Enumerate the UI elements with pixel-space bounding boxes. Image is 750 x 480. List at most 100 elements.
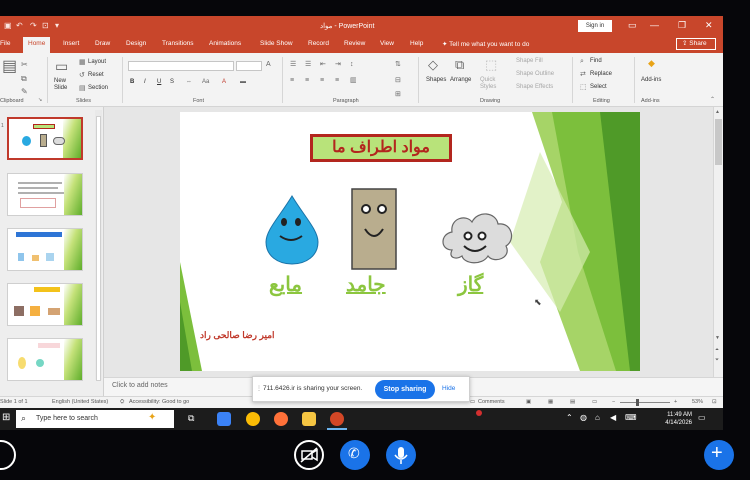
word-liquid[interactable]: مایع xyxy=(269,272,302,297)
undo-icon[interactable]: ↶ xyxy=(16,21,23,30)
add-button[interactable]: + xyxy=(704,440,734,470)
shapes-button[interactable]: Shapes xyxy=(426,77,446,83)
tab-animations[interactable]: Animations xyxy=(209,40,241,47)
slide-canvas[interactable]: مواد اطراف ما مایع جامد گاز امیر رضا صال… xyxy=(180,112,640,371)
tray-app-icon[interactable]: ◍ xyxy=(580,413,587,422)
hang-up-button[interactable]: ✆ xyxy=(340,440,370,470)
comments-button[interactable]: Comments xyxy=(478,399,505,405)
save-icon[interactable]: ▣ xyxy=(4,21,12,30)
word-gas[interactable]: گاز xyxy=(458,272,483,297)
scroll-up-icon[interactable]: ▲ xyxy=(715,109,720,115)
slide-thumbnail-4[interactable] xyxy=(7,283,83,326)
replace-button[interactable]: Replace xyxy=(590,71,612,77)
sign-in-button[interactable]: Sign in xyxy=(578,20,612,32)
tab-record[interactable]: Record xyxy=(308,40,329,47)
firefox-icon[interactable] xyxy=(274,412,288,426)
add-ins-button[interactable]: Add-ins xyxy=(641,77,661,83)
start-icon[interactable]: ⊞ xyxy=(2,412,10,423)
accessibility-status[interactable]: Accessibility: Good to go xyxy=(129,399,189,405)
tab-view[interactable]: View xyxy=(380,40,394,47)
normal-view-icon[interactable]: ▣ xyxy=(526,399,531,405)
fit-slide-icon[interactable]: ⊡ xyxy=(712,399,717,405)
copilot-icon[interactable] xyxy=(217,412,231,426)
font-color-icon[interactable]: A xyxy=(222,79,226,85)
quick-styles-button[interactable]: Quick Styles xyxy=(480,77,502,91)
word-solid[interactable]: جامد xyxy=(346,272,386,297)
shapes-icon[interactable]: ◇ xyxy=(428,58,438,71)
language-status[interactable]: English (United States) xyxy=(52,399,108,405)
shape-effects-button[interactable]: Shape Effects xyxy=(516,84,553,90)
notifications-icon[interactable]: ▭ xyxy=(698,413,706,422)
water-drop-shape[interactable] xyxy=(264,194,320,266)
font-size-field[interactable] xyxy=(236,61,262,71)
network-icon[interactable]: ⌂ xyxy=(595,413,600,422)
tab-draw[interactable]: Draw xyxy=(95,40,110,47)
next-slide-icon[interactable]: ⏷ xyxy=(715,357,719,363)
align-center-icon[interactable]: ≡ xyxy=(305,77,309,84)
paste-icon[interactable]: ▤ xyxy=(2,59,17,75)
taskbar-search[interactable]: ⌕ Type here to search ✦ xyxy=(16,410,174,428)
tab-design[interactable]: Design xyxy=(126,40,146,47)
gas-cloud-shape[interactable] xyxy=(438,206,516,268)
slide-scrollbar[interactable]: ▲ ▼ ⏶ ⏷ xyxy=(713,107,723,377)
zoom-level[interactable]: 53% xyxy=(692,399,703,405)
select-button[interactable]: Select xyxy=(590,84,607,90)
arrange-icon[interactable]: ⧉ xyxy=(455,58,464,71)
decrease-indent-icon[interactable]: ⇤ xyxy=(320,61,326,68)
scroll-down-icon[interactable]: ▼ xyxy=(715,335,720,341)
volume-icon[interactable]: ◀ xyxy=(610,413,616,422)
bold-button[interactable]: B xyxy=(130,79,134,85)
add-ins-icon[interactable]: ◆ xyxy=(648,59,655,68)
cut-icon[interactable]: ✂ xyxy=(21,61,28,69)
tell-me-search[interactable]: ✦ Tell me what you want to do xyxy=(442,40,529,48)
layout-button[interactable]: Layout xyxy=(88,59,106,65)
tab-help[interactable]: Help xyxy=(410,40,423,47)
qat-more-icon[interactable]: ▾ xyxy=(55,21,59,30)
slide-title[interactable]: مواد اطراف ما xyxy=(310,134,452,162)
scroll-thumb[interactable] xyxy=(715,119,722,165)
columns-icon[interactable]: ▥ xyxy=(350,77,357,84)
strike-button[interactable]: S xyxy=(170,79,174,85)
line-spacing-icon[interactable]: ↕ xyxy=(350,61,354,68)
numbering-icon[interactable]: ☰ xyxy=(305,61,311,68)
microphone-button[interactable] xyxy=(386,440,416,470)
author-name[interactable]: امیر رضا صالحی راد xyxy=(200,330,275,341)
increase-font-icon[interactable]: A xyxy=(266,61,271,68)
redo-icon[interactable]: ↷ xyxy=(30,21,37,30)
tab-file[interactable]: File xyxy=(0,40,10,47)
slideshow-icon[interactable]: ▭ xyxy=(592,399,597,405)
font-name-field[interactable] xyxy=(128,61,234,71)
clipboard-launcher-icon[interactable]: ↘ xyxy=(38,98,42,103)
tab-home[interactable]: Home xyxy=(23,37,51,53)
ribbon-options-icon[interactable]: ▭ xyxy=(628,20,637,31)
new-slide-icon[interactable]: ▭ xyxy=(55,59,68,73)
taskbar-clock[interactable]: 11:49 AM 4/14/2026 xyxy=(654,411,692,427)
zoom-slider-thumb[interactable] xyxy=(636,399,639,406)
section-button[interactable]: Section xyxy=(88,85,108,91)
tab-insert[interactable]: Insert xyxy=(63,40,79,47)
format-painter-icon[interactable]: ✎ xyxy=(21,88,28,96)
slide-thumbnail-2[interactable] xyxy=(7,173,83,216)
increase-indent-icon[interactable]: ⇥ xyxy=(335,61,341,68)
align-left-icon[interactable]: ≡ xyxy=(290,77,294,84)
share-button[interactable]: ⇪ Share xyxy=(676,38,716,50)
change-case-icon[interactable]: Aa xyxy=(202,79,209,85)
slide-sorter-icon[interactable]: ▦ xyxy=(548,399,553,405)
zoom-slider[interactable] xyxy=(620,402,670,403)
zoom-in-icon[interactable]: + xyxy=(674,399,677,405)
camera-off-button[interactable] xyxy=(294,440,324,470)
thumbnail-scrollbar[interactable] xyxy=(95,110,102,381)
quick-styles-icon[interactable]: ⬚ xyxy=(485,58,497,71)
align-text-icon[interactable]: ⊟ xyxy=(395,77,401,84)
arrange-button[interactable]: Arrange xyxy=(450,77,471,83)
shape-fill-button[interactable]: Shape Fill xyxy=(516,58,543,64)
find-button[interactable]: Find xyxy=(590,58,602,64)
powerpoint-taskbar-icon[interactable] xyxy=(330,412,344,426)
copy-icon[interactable]: ⧉ xyxy=(21,75,27,83)
previous-slide-icon[interactable]: ⏶ xyxy=(715,347,719,353)
new-slide-button[interactable]: New Slide xyxy=(54,78,74,92)
participants-icon[interactable] xyxy=(0,440,16,470)
maximize-icon[interactable]: ❐ xyxy=(678,20,686,31)
solid-block-shape[interactable] xyxy=(350,187,398,271)
tab-slide-show[interactable]: Slide Show xyxy=(260,40,293,47)
